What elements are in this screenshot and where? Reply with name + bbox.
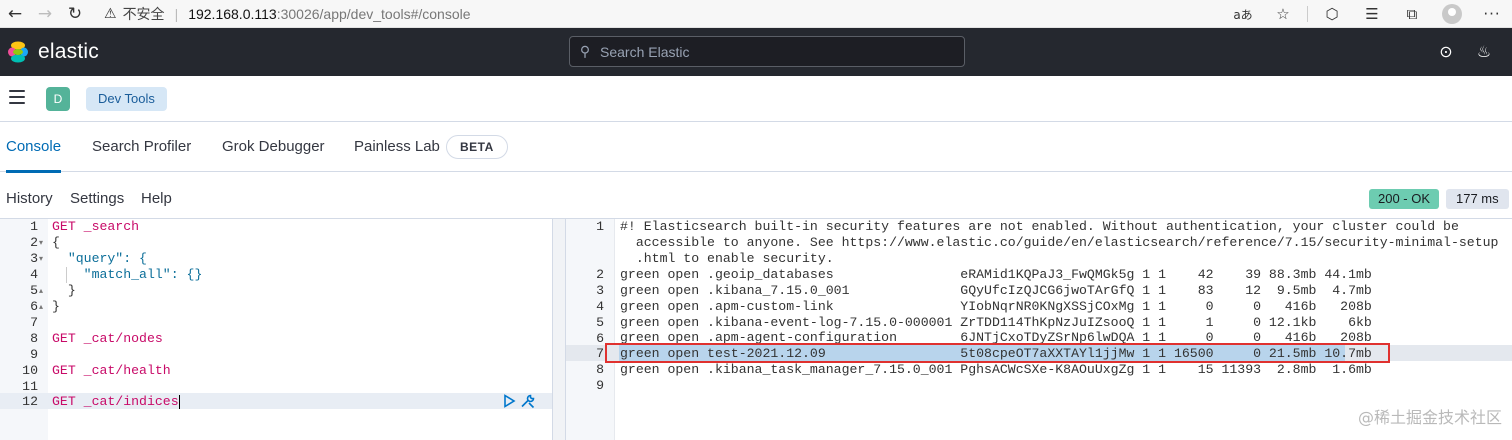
profile-avatar[interactable] [1432,0,1472,28]
toolbar-divider [1307,6,1308,22]
watermark: @稀土掘金技术社区 [1357,408,1502,427]
response-line-number: 7 [596,346,604,361]
response-line-number: 5 [596,315,604,330]
brand-name[interactable]: elastic [38,40,99,64]
highlight-annotation-box [605,343,1390,363]
response-line[interactable]: #! Elasticsearch built-in security featu… [620,219,1459,235]
wrench-icon[interactable] [520,393,536,409]
hamburger-menu-icon[interactable] [9,90,25,104]
browser-toolbar: ← → ↻ ⚠ 不安全 | 192.168.0.113:30026/app/de… [0,0,1512,28]
tab-grok-debugger[interactable]: Grok Debugger [222,122,325,172]
request-line[interactable]: GET _cat/health [52,363,171,379]
url-path: :30026/app/dev_tools#/console [276,5,471,22]
request-line-number: 11 [22,379,38,394]
request-line-number: 1 [30,219,38,234]
request-line-number: 2 [30,235,38,250]
request-line-number: 6 [30,299,38,314]
tab-console[interactable]: Console [6,122,62,173]
response-line-number: 1 [596,219,604,234]
request-line-number: 8 [30,331,38,346]
request-line-number: 3 [30,251,38,266]
forward-icon[interactable]: → [30,0,60,28]
request-line[interactable]: { [52,235,60,251]
search-input[interactable] [600,43,950,60]
space-avatar[interactable]: D [46,87,70,111]
help-icon[interactable]: ⊙ [1436,42,1456,62]
response-line[interactable]: green open .kibana_7.15.0_001 GQyUfcIzQJ… [620,283,1372,299]
url-host: 192.168.0.113 [188,5,277,22]
avatar [1442,4,1462,24]
settings-link[interactable]: Settings [70,190,124,207]
response-line-number: 9 [596,378,604,393]
read-aloud-icon[interactable]: aあ [1223,0,1263,28]
response-line[interactable]: green open .geoip_databases eRAMid1KQPaJ… [620,267,1372,283]
dev-tools-tabs: Console Search Profiler Grok Debugger Pa… [0,122,1512,173]
response-line-number: 3 [596,283,604,298]
fold-toggle-icon[interactable]: ▴ [39,283,43,299]
news-icon[interactable]: ♨ [1474,42,1494,62]
search-icon: ⚲ [579,43,591,60]
beta-badge: BETA [446,135,508,159]
response-line-number: 8 [596,362,604,377]
editor-resizer[interactable] [552,219,566,440]
favorite-icon[interactable]: ☆ [1263,0,1303,28]
response-line-number: 2 [596,267,604,282]
fold-toggle-icon[interactable]: ▾ [39,251,43,267]
response-time-badge: 177 ms [1446,189,1509,209]
request-line-number: 10 [22,363,38,378]
request-line[interactable]: } [52,283,76,299]
request-line[interactable]: "match_all": {} [52,267,203,283]
response-line[interactable]: green open .kibana_task_manager_7.15.0_0… [620,362,1372,378]
breadcrumb: Dev Tools [86,87,167,111]
request-line-number: 9 [30,347,38,362]
request-line[interactable]: GET _cat/nodes [52,331,163,347]
fold-toggle-icon[interactable]: ▴ [39,299,43,315]
response-line[interactable]: accessible to anyone. See https://www.el… [620,235,1499,251]
response-line[interactable]: green open .kibana-event-log-7.15.0-0000… [620,315,1372,331]
status-badge: 200 - OK [1369,189,1440,209]
address-separator: | [174,5,179,22]
global-search[interactable]: ⚲ [569,36,965,67]
request-line-text: GET _cat/indices [52,394,179,409]
elastic-logo-icon[interactable] [6,40,30,64]
extensions-icon[interactable]: ⬡ [1312,0,1352,28]
tabs-icon[interactable]: ⧉ [1392,0,1432,28]
request-line-number: 4 [30,267,38,282]
play-icon[interactable] [502,394,516,408]
fold-toggle-icon[interactable]: ▾ [39,235,43,251]
insecure-label[interactable]: 不安全 [123,4,165,24]
reload-icon[interactable]: ↻ [60,0,90,28]
browser-menu-icon[interactable]: ··· [1472,0,1512,28]
response-line[interactable]: .html to enable security. [620,251,834,267]
history-link[interactable]: History [6,190,53,207]
address-bar[interactable]: ⚠ 不安全 | 192.168.0.113:30026/app/dev_tool… [104,0,471,28]
request-line[interactable]: "query": { [52,251,147,267]
request-line[interactable]: } [52,299,60,315]
breadcrumb-bar: D Dev Tools [0,76,1512,122]
tab-painless-lab[interactable]: Painless Lab [354,122,440,172]
console-menu: History Settings Help [0,172,1512,218]
back-icon[interactable]: ← [0,0,30,28]
request-line[interactable]: GET _search [52,219,139,235]
tab-search-profiler[interactable]: Search Profiler [92,122,191,172]
request-line[interactable]: GET _cat/indices [52,394,180,410]
response-line[interactable]: green open .apm-custom-link YIobNqrNR0KN… [620,299,1372,315]
response-line-number: 4 [596,299,604,314]
text-cursor [178,394,180,409]
warning-icon: ⚠ [104,5,117,22]
request-line-number: 12 [22,394,38,409]
request-line-number: 5 [30,283,38,298]
kibana-header: elastic ⚲ ⊙ ♨ [0,28,1512,76]
request-line-number: 7 [30,315,38,330]
response-line-number: 6 [596,331,604,346]
help-link[interactable]: Help [141,190,172,207]
collections-icon[interactable]: ☰ [1352,0,1392,28]
